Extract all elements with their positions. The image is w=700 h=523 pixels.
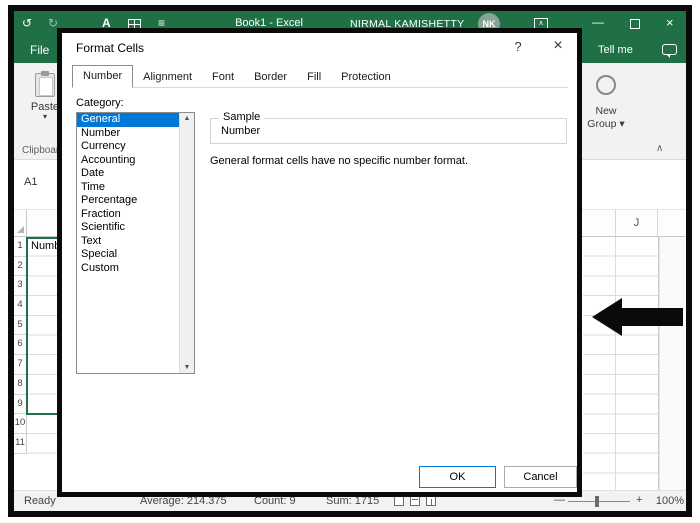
select-all-corner[interactable] (14, 210, 27, 236)
category-option-fraction[interactable]: Fraction (77, 208, 179, 222)
page-layout-view-icon[interactable] (410, 496, 420, 506)
tell-me-box[interactable]: Tell me (598, 44, 633, 56)
undo-icon[interactable]: ↺ (22, 16, 32, 30)
category-option-special[interactable]: Special (77, 248, 179, 262)
excel-window: ↺ ↻ A ≡ Book1 - Excel NIRMAL KAMISHETTY … (14, 11, 686, 511)
category-option-currency[interactable]: Currency (77, 140, 179, 154)
file-tab[interactable]: File (30, 43, 49, 57)
tab-alignment[interactable]: Alignment (133, 67, 202, 87)
view-shortcuts (394, 496, 436, 506)
category-option-percentage[interactable]: Percentage (77, 194, 179, 208)
cancel-button[interactable]: Cancel (504, 466, 577, 488)
sample-value: Number (221, 125, 261, 137)
tab-number[interactable]: Number (72, 65, 134, 88)
zoom-slider-track[interactable] (568, 501, 630, 502)
dialog-help-button[interactable]: ? (510, 39, 526, 54)
format-cells-dialog: Format Cells ? × Number Alignment Font B… (57, 28, 582, 497)
row-header-10[interactable]: 10 (14, 414, 27, 434)
category-option-accounting[interactable]: Accounting (77, 154, 179, 168)
row-header-11[interactable]: 11 (14, 433, 27, 454)
category-listbox[interactable]: General Number Currency Accounting Date … (76, 112, 195, 374)
close-button[interactable]: × (666, 15, 674, 30)
cells-right-strip[interactable] (583, 237, 659, 490)
category-option-date[interactable]: Date (77, 167, 179, 181)
zoom-slider-thumb[interactable] (595, 496, 599, 507)
category-option-general[interactable]: General (77, 113, 179, 127)
dropdown-icon: ▾ (619, 118, 625, 130)
scroll-down-icon[interactable]: ▼ (180, 364, 194, 371)
scroll-up-icon[interactable]: ▲ (180, 115, 194, 122)
name-box[interactable]: A1 (24, 176, 37, 188)
category-option-number[interactable]: Number (77, 127, 179, 141)
sample-label: Sample (219, 111, 265, 123)
annotation-arrow-shaft (621, 308, 683, 326)
column-header-j[interactable]: J (615, 210, 658, 236)
minimize-button[interactable]: — (592, 15, 604, 29)
sample-group-box: Sample Number (210, 111, 567, 144)
category-option-time[interactable]: Time (77, 181, 179, 195)
category-label: Category: (76, 97, 124, 109)
clipboard-icon (35, 71, 55, 97)
listbox-scrollbar[interactable]: ▲ ▼ (179, 113, 194, 373)
status-mode: Ready (24, 495, 56, 507)
maximize-button[interactable] (630, 19, 640, 29)
collapse-ribbon-icon[interactable]: ∧ (656, 143, 663, 154)
gridline-vertical (615, 237, 616, 490)
new-group-icon[interactable] (596, 75, 616, 95)
category-option-custom[interactable]: Custom (77, 262, 179, 276)
dialog-close-button[interactable]: × (549, 37, 567, 55)
tab-border[interactable]: Border (244, 67, 297, 87)
tab-fill[interactable]: Fill (297, 67, 331, 87)
comments-icon[interactable] (662, 44, 677, 58)
category-option-scientific[interactable]: Scientific (77, 221, 179, 235)
dialog-tab-strip: Number Alignment Font Border Fill Protec… (72, 64, 568, 88)
annotation-arrow-icon (592, 298, 622, 336)
zoom-in-button[interactable]: + (636, 494, 642, 506)
ok-button[interactable]: OK (419, 466, 496, 488)
page-break-view-icon[interactable] (426, 496, 436, 506)
format-description: General format cells have no specific nu… (210, 155, 469, 167)
dialog-title: Format Cells (76, 41, 145, 55)
zoom-level[interactable]: 100% (652, 495, 684, 507)
tab-font[interactable]: Font (202, 67, 244, 87)
category-option-text[interactable]: Text (77, 235, 179, 249)
vertical-scrollbar-zone[interactable] (659, 237, 686, 490)
tab-protection[interactable]: Protection (331, 67, 401, 87)
normal-view-icon[interactable] (394, 496, 404, 506)
